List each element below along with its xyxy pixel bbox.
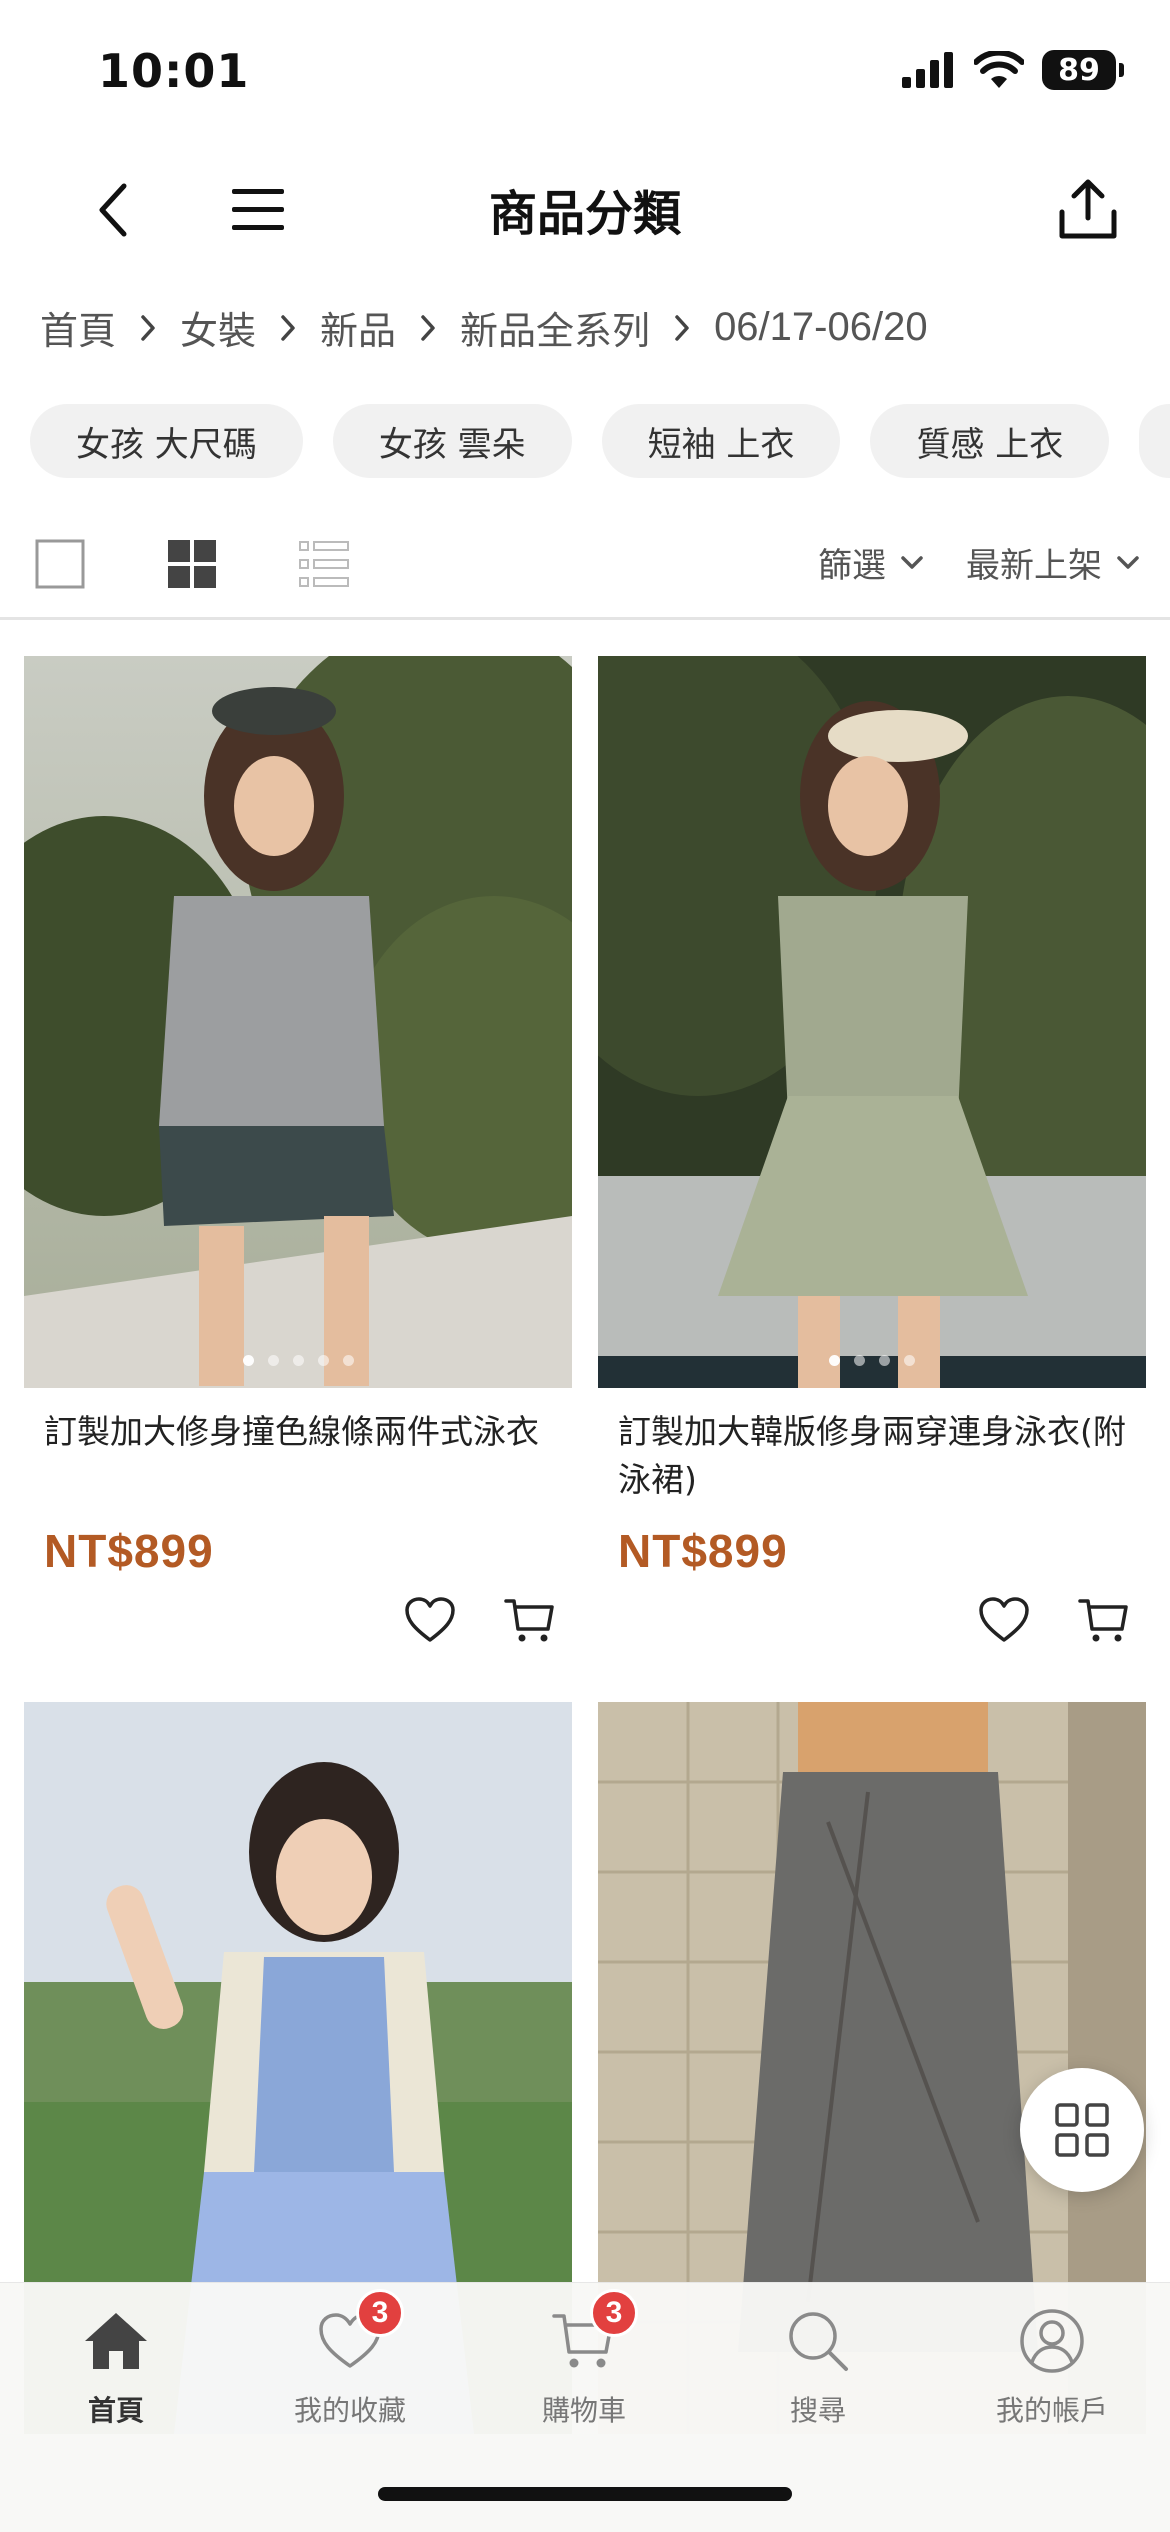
cart-count-badge: 3 [590, 2289, 638, 2337]
tag-chip[interactable]: 女孩 雲朵 [332, 404, 572, 478]
sort-filter-area: 篩選 最新上架 [818, 538, 1142, 587]
cart-icon: 3 [544, 2289, 638, 2381]
nav-cart-label: 購物車 [541, 2394, 626, 2427]
nav-cart[interactable]: 3 購物車 [484, 2289, 684, 2429]
nav-account[interactable]: 我的帳戶 [952, 2301, 1152, 2429]
view-list-button[interactable] [294, 534, 354, 594]
status-bar: 10:01 89 [0, 0, 1170, 140]
tag-chip[interactable]: 女孩 大尺碼 [30, 404, 303, 478]
search-icon [778, 2301, 858, 2381]
chevron-right-icon [130, 310, 166, 346]
tag-chip[interactable]: 質感 上衣 [870, 404, 1110, 478]
add-to-cart-button[interactable] [1076, 1592, 1132, 1648]
product-card[interactable]: 訂製加大韓版修身兩穿連身泳衣(附泳裙) NT$899 [598, 656, 1146, 1642]
breadcrumb: 首頁 女裝 新品 新品全系列 06/17-06/20 [40, 300, 928, 355]
carousel-dots [24, 1355, 572, 1366]
carousel-dots [598, 1355, 1146, 1366]
share-icon [1059, 179, 1117, 239]
bottom-nav: 首頁 3 我的收藏 3 購物車 搜尋 我的帳戶 [0, 2282, 1170, 2532]
breadcrumb-new-all[interactable]: 新品全系列 [460, 300, 650, 355]
nav-favorites[interactable]: 3 我的收藏 [250, 2289, 450, 2429]
tag-chip[interactable]: 短袖 上衣 [601, 404, 841, 478]
tag-chip-partial[interactable] [1139, 404, 1170, 478]
status-icons: 89 [900, 50, 1124, 90]
heart-icon: 3 [310, 2289, 404, 2381]
home-indicator [378, 2487, 792, 2501]
product-photo[interactable] [598, 656, 1146, 1388]
top-header: 商品分類 [0, 150, 1170, 270]
quick-menu-button[interactable] [1020, 2068, 1144, 2192]
view-single-button[interactable] [30, 534, 90, 594]
chevron-right-icon [270, 310, 306, 346]
wifi-icon [974, 51, 1024, 88]
product-price: NT$899 [44, 1525, 214, 1577]
breadcrumb-new[interactable]: 新品 [320, 300, 396, 355]
favorite-button[interactable] [402, 1592, 458, 1648]
grid-menu-icon [1055, 2103, 1109, 2157]
add-to-cart-button[interactable] [502, 1592, 558, 1648]
sort-dropdown[interactable]: 最新上架 [966, 538, 1142, 587]
chevron-right-icon [410, 310, 446, 346]
list-view-icon [299, 541, 349, 587]
status-time: 10:01 [98, 44, 250, 98]
nav-home[interactable]: 首頁 [16, 2301, 216, 2429]
home-icon [76, 2301, 156, 2381]
nav-favorites-label: 我的收藏 [293, 2394, 406, 2427]
page-title: 商品分類 [488, 186, 681, 242]
cart-icon [504, 1599, 554, 1642]
product-price: NT$899 [618, 1525, 788, 1577]
filter-dropdown[interactable]: 篩選 [818, 538, 926, 587]
signal-icon [902, 52, 953, 88]
product-category-page: 10:01 89 商品分類 首頁 女裝 新品 新品全系列 06/17-06/20… [0, 0, 1170, 2532]
battery-indicator: 89 [1042, 50, 1124, 90]
favorites-count-badge: 3 [356, 2289, 404, 2337]
nav-account-label: 我的帳戶 [995, 2394, 1108, 2427]
breadcrumb-women[interactable]: 女裝 [180, 300, 256, 355]
chevron-right-icon [664, 310, 700, 346]
single-view-icon [35, 539, 85, 589]
cart-icon [1078, 1599, 1128, 1642]
product-name[interactable]: 訂製加大韓版修身兩穿連身泳衣(附泳裙) [618, 1408, 1128, 1504]
view-grid-button[interactable] [162, 534, 222, 594]
nav-search-label: 搜尋 [789, 2394, 846, 2427]
card-actions [976, 1592, 1132, 1648]
product-name[interactable]: 訂製加大修身撞色線條兩件式泳衣 [44, 1408, 554, 1456]
chevron-down-icon [901, 555, 923, 569]
list-toolbar: 篩選 最新上架 [0, 520, 1170, 620]
product-photo[interactable] [24, 656, 572, 1388]
breadcrumb-current: 06/17-06/20 [714, 305, 928, 349]
product-card[interactable]: 訂製加大修身撞色線條兩件式泳衣 NT$899 [24, 656, 572, 1642]
user-icon [1012, 2301, 1092, 2381]
nav-home-label: 首頁 [87, 2394, 144, 2427]
filter-label: 篩選 [818, 546, 886, 586]
heart-icon [405, 1597, 455, 1642]
favorite-button[interactable] [976, 1592, 1032, 1648]
sort-label: 最新上架 [966, 546, 1102, 586]
share-button[interactable] [1048, 170, 1128, 250]
chevron-down-icon [1117, 555, 1139, 569]
card-actions [402, 1592, 558, 1648]
nav-search[interactable]: 搜尋 [718, 2301, 918, 2429]
breadcrumb-home[interactable]: 首頁 [40, 300, 116, 355]
tag-row: 女孩 大尺碼 女孩 雲朵 短袖 上衣 質感 上衣 [30, 404, 1170, 478]
grid-view-icon [168, 540, 216, 588]
heart-icon [979, 1597, 1029, 1642]
